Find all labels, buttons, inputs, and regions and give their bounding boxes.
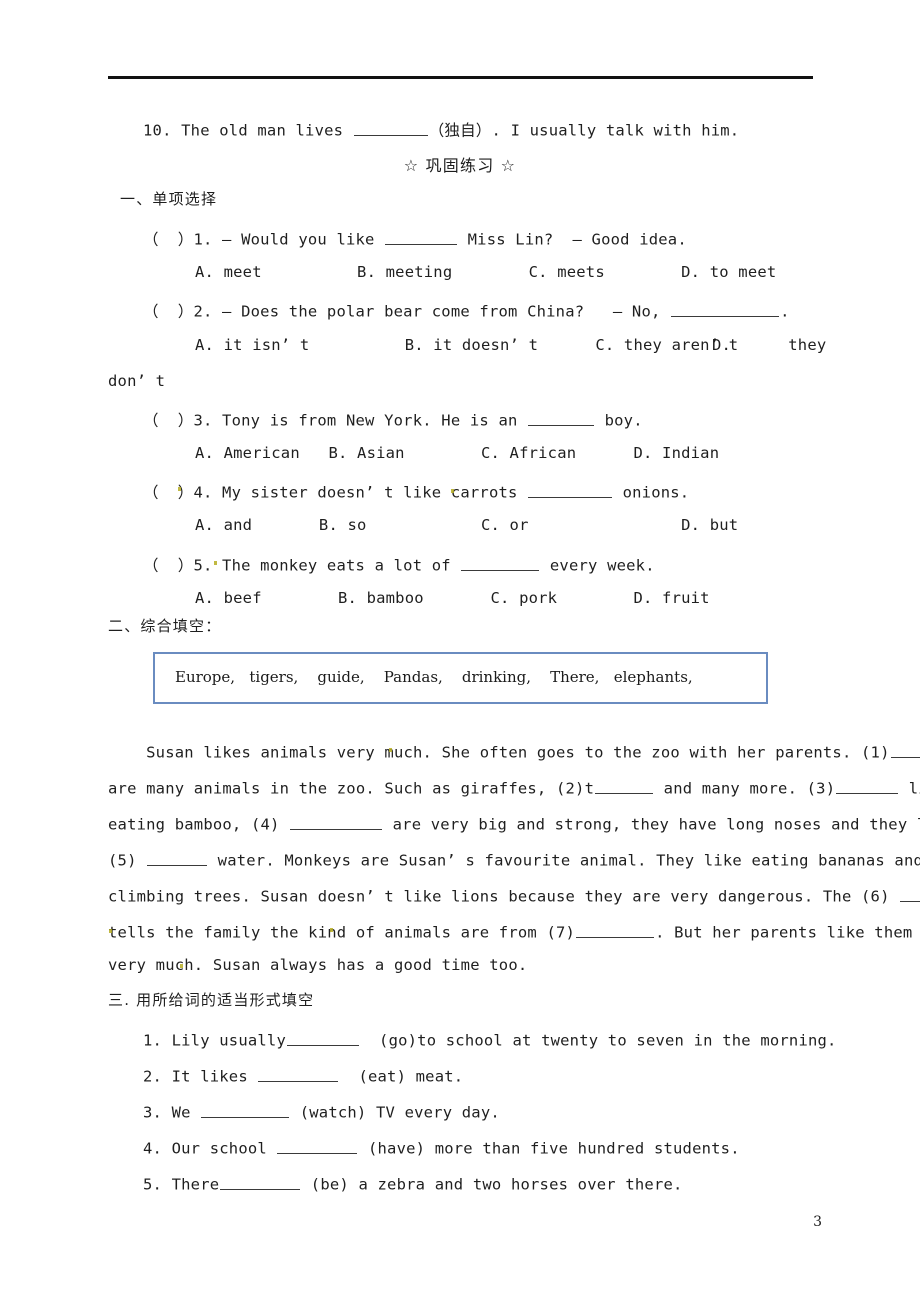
passage-text: Susan likes animals very much. She often… [108, 743, 890, 762]
item-text-before: 2. It likes [143, 1067, 258, 1086]
word-bank-words[interactable]: Europe, tigers, guide, Pandas, drinking,… [175, 668, 693, 686]
question-2-options-abc[interactable]: A. it isn’ t B. it doesn’ t C. they aren… [195, 337, 738, 354]
scan-speck [109, 929, 112, 933]
item-text-before: 1. Lily usually [143, 1031, 286, 1050]
verb-blank-4[interactable] [277, 1138, 358, 1154]
verb-form-item-4: 4. Our school (have) more than five hund… [143, 1138, 740, 1157]
item-text-after: (go)to school at twenty to seven in the … [359, 1031, 837, 1050]
q5-blank[interactable] [461, 555, 540, 571]
scan-speck [180, 964, 183, 968]
passage-line-7: very much. Susan always has a good time … [108, 956, 528, 974]
q1-text-before: （ ）1. — Would you like [143, 230, 385, 249]
question-4-stem: （ ）4. My sister doesn’ t like carrots on… [143, 482, 689, 501]
q4-blank[interactable] [528, 482, 613, 498]
answer-blank[interactable] [353, 120, 428, 136]
passage-line-3: eating bamboo, (4) are very big and stro… [108, 814, 920, 833]
passage-text: are very big and strong, they have long … [383, 815, 920, 834]
question-5-stem: （ ）5. The monkey eats a lot of every wee… [143, 555, 655, 574]
worksheet-page: 10. The old man lives （独自）. I usually ta… [0, 0, 920, 1302]
scan-speck [214, 561, 217, 565]
q1-text-after: Miss Lin? — Good idea. [458, 230, 687, 249]
word-bank-box: Europe, tigers, guide, Pandas, drinking,… [153, 652, 768, 704]
passage-text: (5) [108, 851, 147, 870]
verb-blank-5[interactable] [220, 1174, 301, 1190]
verb-form-item-5: 5. There (be) a zebra and two horses ove… [143, 1174, 683, 1193]
verb-form-item-3: 3. We (watch) TV every day. [143, 1102, 500, 1121]
section-two-heading: 二、综合填空： [108, 617, 222, 635]
passage-text: climbing trees. Susan doesn’ t like lion… [108, 887, 900, 906]
item-text-before: 5. There [143, 1175, 220, 1194]
passage-text: like [908, 779, 920, 798]
header-rule [108, 76, 813, 79]
cloze-blank-6[interactable] [900, 886, 920, 902]
passage-text: tells the family the kind of animals are… [108, 923, 576, 942]
item-text-after: (eat) meat. [339, 1067, 464, 1086]
star-heading: ☆ 巩固练习 ☆ [403, 156, 517, 175]
question-1-stem: （ ）1. — Would you like Miss Lin? — Good … [143, 229, 687, 248]
q4-text-after: onions. [613, 483, 690, 502]
q3-text-after: boy. [595, 411, 643, 430]
question-1-options[interactable]: A. meet B. meeting C. meets D. to meet [195, 264, 776, 281]
scan-speck [389, 748, 392, 752]
verb-blank-3[interactable] [201, 1102, 290, 1118]
cloze-blank-4[interactable] [290, 814, 383, 830]
cloze-blank-2[interactable] [595, 778, 654, 794]
q4-text-before: （ ）4. My sister doesn’ t like carrots [143, 483, 528, 502]
q2-blank[interactable] [671, 301, 780, 317]
question-4-options[interactable]: A. and B. so C. or D. but [195, 517, 738, 534]
passage-text: eating bamboo, (4) [108, 815, 290, 834]
item-text-before: 3. We [143, 1103, 201, 1122]
q2-text-after: . [780, 302, 790, 321]
passage-text: water. Monkeys are Susan’ s favourite an… [208, 851, 920, 870]
item-text-after: (have) more than five hundred students. [358, 1139, 740, 1158]
q1-blank[interactable] [385, 229, 458, 245]
section-one-heading: 一、单项选择 [120, 190, 218, 208]
passage-text: are many animals in the zoo. Such as gir… [108, 779, 595, 798]
scan-speck [451, 489, 454, 493]
scan-speck [330, 928, 333, 932]
question-3-stem: （ ）3. Tony is from New York. He is an bo… [143, 410, 643, 429]
cloze-blank-3[interactable] [836, 778, 899, 794]
item-text-before: 4. Our school [143, 1139, 277, 1158]
passage-text: and many more. (3) [654, 779, 836, 798]
carryover-text-before: 10. The old man lives [143, 121, 353, 140]
q2-text-before: （ ）2. — Does the polar bear come from Ch… [143, 302, 671, 321]
passage-line-6: tells the family the kind of animals are… [108, 922, 912, 941]
item-text-after: (be) a zebra and two horses over there. [301, 1175, 683, 1194]
carryover-item-10: 10. The old man lives （独自）. I usually ta… [143, 120, 739, 139]
scan-speck [178, 487, 181, 491]
cloze-blank-5[interactable] [147, 850, 208, 866]
cloze-blank-7[interactable] [576, 922, 655, 938]
verb-form-item-1: 1. Lily usually (go)to school at twenty … [143, 1030, 837, 1049]
question-2-stem: （ ）2. — Does the polar bear come from Ch… [143, 301, 790, 320]
verb-blank-1[interactable] [286, 1030, 359, 1046]
passage-line-2: are many animals in the zoo. Such as gir… [108, 778, 920, 797]
question-5-options[interactable]: A. beef B. bamboo C. pork D. fruit [195, 590, 710, 607]
cloze-blank-1[interactable] [890, 742, 920, 758]
q3-blank[interactable] [528, 410, 595, 426]
q3-text-before: （ ）3. Tony is from New York. He is an [143, 411, 528, 430]
verb-blank-2[interactable] [258, 1066, 339, 1082]
question-2-option-d-overflow[interactable]: don’ t [108, 373, 165, 390]
q5-text-after: every week. [540, 556, 655, 575]
passage-text: . But her parents like them [655, 923, 913, 942]
q5-text-before: （ ）5. The monkey eats a lot of [143, 556, 461, 575]
passage-line-5: climbing trees. Susan doesn’ t like lion… [108, 886, 920, 905]
question-3-options[interactable]: A. American B. Asian C. African D. India… [195, 445, 719, 462]
passage-line-4: (5) water. Monkeys are Susan’ s favourit… [108, 850, 920, 869]
section-three-heading: 三. 用所给词的适当形式填空 [108, 991, 315, 1009]
carryover-text-after: （独自）. I usually talk with him. [428, 121, 740, 140]
page-number: 3 [813, 1214, 822, 1230]
question-2-option-d[interactable]: D. they [712, 337, 826, 354]
verb-form-item-2: 2. It likes (eat) meat. [143, 1066, 463, 1085]
item-text-after: (watch) TV every day. [290, 1103, 500, 1122]
passage-line-1: Susan likes animals very much. She often… [108, 742, 920, 761]
